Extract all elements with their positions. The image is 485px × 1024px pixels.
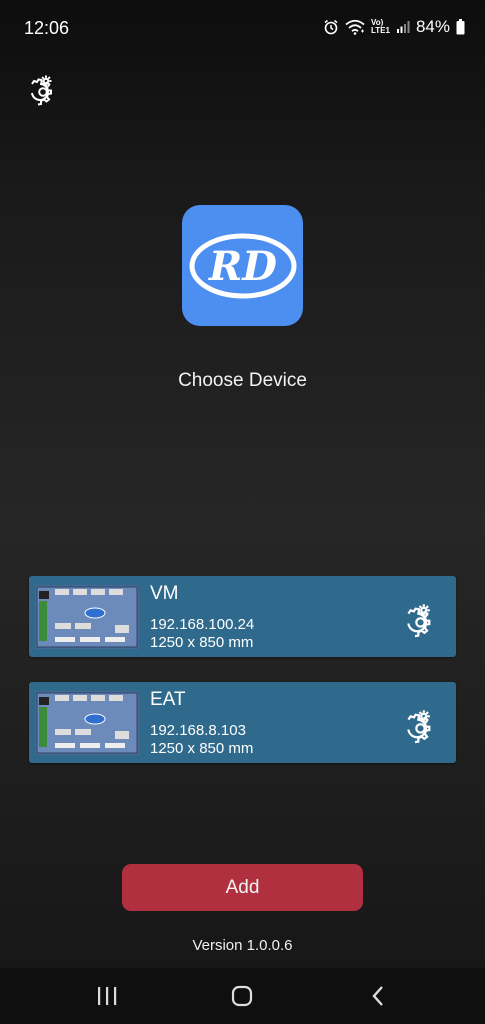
device-settings-button[interactable] <box>393 596 437 640</box>
status-bar: 12:06 Vo) LTE1 84% <box>0 0 485 60</box>
gear-icon <box>407 604 431 638</box>
rd-logo-icon: RD <box>189 233 296 298</box>
controller-board-image <box>35 691 139 755</box>
device-list: VM 192.168.100.24 1250 x 850 mm EAT 192.… <box>29 576 456 788</box>
device-card-vm[interactable]: VM 192.168.100.24 1250 x 850 mm <box>29 576 456 657</box>
home-button[interactable] <box>222 980 262 1012</box>
device-size: 1250 x 850 mm <box>150 740 254 757</box>
app-settings-button[interactable] <box>18 68 58 108</box>
battery-icon <box>456 19 465 35</box>
controller-board-image <box>35 585 139 649</box>
gear-icon <box>407 710 431 744</box>
gear-icon <box>31 75 52 106</box>
page-title: Choose Device <box>178 370 307 391</box>
wifi-icon <box>345 19 365 35</box>
system-nav-bar <box>0 968 485 1024</box>
app-logo: RD <box>182 205 303 326</box>
status-icons: Vo) LTE1 84% <box>323 17 465 37</box>
lte-label: LTE1 <box>371 26 390 35</box>
device-size: 1250 x 850 mm <box>150 634 254 651</box>
device-settings-button[interactable] <box>393 702 437 746</box>
recent-apps-button[interactable] <box>87 980 127 1012</box>
volte-icon: Vo) LTE1 <box>371 19 390 35</box>
status-time: 12:06 <box>24 18 70 38</box>
device-name: VM <box>150 583 179 604</box>
back-icon <box>372 986 383 1006</box>
signal-icon <box>396 20 410 34</box>
version-label: Version 1.0.0.6 <box>192 937 293 954</box>
back-button[interactable] <box>358 980 398 1012</box>
device-ip: 192.168.8.103 <box>150 722 246 739</box>
device-ip: 192.168.100.24 <box>150 616 255 633</box>
battery-percent: 84% <box>415 17 450 36</box>
device-name: EAT <box>150 689 186 710</box>
add-device-button[interactable]: Add <box>122 864 363 911</box>
device-card-eat[interactable]: EAT 192.168.8.103 1250 x 850 mm <box>29 682 456 763</box>
home-icon <box>231 985 253 1007</box>
alarm-icon <box>323 19 339 35</box>
logo-text: RD <box>208 243 277 290</box>
recent-apps-icon <box>98 987 117 1005</box>
